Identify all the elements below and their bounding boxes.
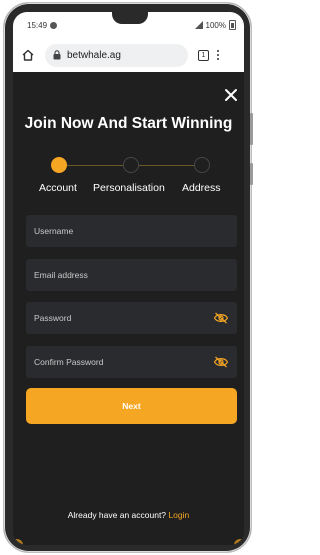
tab-count: 1: [201, 51, 206, 59]
tab-switcher-button[interactable]: 1: [198, 49, 209, 61]
eye-off-icon[interactable]: [213, 312, 229, 324]
step-connector: [67, 165, 123, 166]
login-prompt: Already have an account? Login: [13, 510, 244, 520]
status-time: 15:49: [27, 20, 48, 30]
status-right: 100%: [194, 20, 236, 30]
power-button: [250, 163, 253, 185]
login-prompt-text: Already have an account?: [67, 510, 167, 520]
step-label-personalisation: Personalisation: [93, 182, 165, 194]
battery-percent: 100%: [205, 20, 226, 30]
signal-icon: [194, 21, 203, 29]
camera-notch: [112, 12, 148, 24]
battery-icon: [229, 20, 236, 30]
bottom-accent: [13, 539, 244, 545]
close-icon[interactable]: [223, 87, 239, 103]
phone-frame: 15:49 100% betwhale.ag 1 Join Now And St…: [3, 2, 253, 553]
confirm-password-input[interactable]: [34, 357, 213, 367]
url-text: betwhale.ag: [67, 49, 121, 61]
step-dot-account: [51, 157, 67, 173]
eye-off-icon[interactable]: [213, 356, 229, 368]
password-field[interactable]: [26, 302, 237, 334]
modal-title: Join Now And Start Winning: [24, 115, 233, 132]
step-label-account: Account: [39, 182, 77, 194]
spotify-icon: [50, 21, 58, 29]
step-label-address: Address: [182, 182, 221, 194]
next-button[interactable]: Next: [26, 388, 237, 424]
email-field[interactable]: [26, 259, 237, 291]
password-input[interactable]: [34, 313, 213, 323]
step-dot-personalisation: [123, 157, 139, 173]
login-link[interactable]: Login: [168, 510, 189, 520]
username-input[interactable]: [34, 226, 229, 236]
username-field[interactable]: [26, 215, 237, 247]
home-icon[interactable]: [19, 46, 37, 64]
step-dot-address: [194, 157, 210, 173]
browser-menu-button[interactable]: [217, 50, 219, 60]
status-left: 15:49: [27, 20, 58, 30]
signup-stepper: Account Personalisation Address: [13, 155, 244, 195]
confirm-password-field[interactable]: [26, 346, 237, 378]
lock-icon: [53, 50, 61, 60]
step-connector: [139, 165, 195, 166]
browser-toolbar: betwhale.ag 1: [13, 38, 244, 72]
email-input[interactable]: [34, 270, 229, 280]
phone-screen: 15:49 100% betwhale.ag 1 Join Now And St…: [13, 12, 244, 545]
volume-button: [250, 113, 253, 145]
signup-modal: Join Now And Start Winning Account Perso…: [13, 72, 244, 545]
address-bar[interactable]: betwhale.ag: [45, 43, 188, 67]
